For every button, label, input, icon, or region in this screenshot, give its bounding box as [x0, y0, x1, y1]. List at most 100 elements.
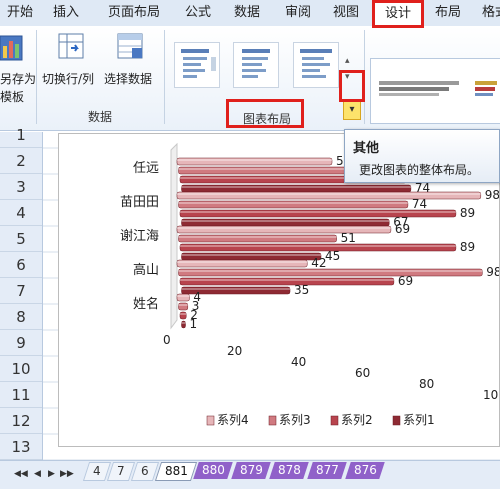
legend-entry[interactable]: 系列4	[217, 413, 249, 427]
x-tick-label: 80	[419, 377, 434, 391]
tab-review[interactable]: 审阅	[278, 0, 318, 26]
tab-layout[interactable]: 布局	[428, 0, 468, 26]
chart-bar-highlight	[177, 193, 481, 195]
select-data-icon[interactable]	[116, 32, 146, 62]
chart-bar-highlight	[177, 261, 308, 263]
row-header[interactable]: 4	[0, 200, 42, 226]
chart-style-2-thumbnail[interactable]	[475, 79, 499, 97]
chart-bar-highlight	[181, 220, 390, 222]
data-label: 98	[485, 188, 500, 202]
row-header[interactable]: 10	[0, 356, 42, 382]
tab-format[interactable]: 格式	[475, 0, 500, 26]
tab-design[interactable]: 设计	[373, 0, 423, 26]
data-label: 35	[294, 283, 309, 297]
data-label: 89	[460, 206, 475, 220]
group-divider	[36, 30, 37, 124]
sheet-tab-label: 878	[277, 463, 301, 477]
chart-style-1-thumbnail[interactable]	[379, 79, 465, 97]
chart-bar-highlight	[177, 227, 391, 229]
row-header[interactable]: 12	[0, 408, 42, 434]
category-label: 任远	[133, 161, 159, 176]
sheet-tab-label: 876	[353, 463, 377, 477]
sheet-tab-label: 6	[141, 464, 149, 478]
chart-side-wall	[170, 142, 178, 330]
switch-row-col-button[interactable]: 切换行/列	[42, 70, 94, 87]
row-header[interactable]: 3	[0, 174, 42, 200]
data-label: 51	[341, 231, 356, 245]
tooltip-title: 其他	[353, 141, 380, 156]
legend-entry[interactable]: 系列3	[279, 413, 311, 427]
ribbon-tab-bar: 开始 插入 页面布局 公式 数据 审阅 视图 设计 布局 格式	[0, 0, 500, 27]
last-sheet-button[interactable]: ▶▶	[60, 469, 74, 479]
scroll-up-icon[interactable]: ▴	[345, 56, 350, 66]
row-header-column: 1234567891011121314	[0, 126, 43, 486]
save-template-label-1[interactable]: 另存为	[0, 70, 36, 87]
save-template-icon[interactable]	[0, 32, 34, 64]
data-group-label: 数据	[87, 110, 112, 124]
sheet-tab-label: 879	[239, 463, 263, 477]
row-header[interactable]: 9	[0, 330, 42, 356]
sheet-tab[interactable]: 879	[231, 462, 271, 479]
tooltip-text: 更改图表的整体布局。	[359, 163, 480, 177]
sheet-tab[interactable]: 877	[307, 462, 347, 479]
row-header[interactable]: 11	[0, 382, 42, 408]
sheet-tab[interactable]: 878	[269, 462, 309, 479]
data-label: 69	[395, 222, 410, 236]
data-label: 89	[460, 240, 475, 254]
chart-bar-highlight	[178, 236, 337, 238]
legend-swatch	[268, 415, 277, 426]
save-template-label-2[interactable]: 模板	[0, 88, 24, 105]
row-header[interactable]: 13	[0, 434, 42, 460]
category-label: 高山	[133, 262, 159, 278]
row-header[interactable]: 7	[0, 278, 42, 304]
x-tick-label: 20	[227, 344, 242, 358]
prev-sheet-button[interactable]: ◀	[34, 469, 41, 479]
sheet-tab[interactable]: 881	[154, 462, 198, 481]
x-tick-label: 40	[291, 355, 306, 369]
x-tick-label: 60	[355, 366, 370, 380]
chart-bar-highlight	[180, 279, 394, 281]
more-layouts-tooltip: 其他 更改图表的整体布局。	[344, 129, 500, 183]
chart-bar-highlight	[180, 211, 456, 213]
chart-bar-highlight	[177, 295, 190, 297]
row-header[interactable]: 5	[0, 226, 42, 252]
x-tick-label: 10	[483, 388, 498, 402]
row-header[interactable]: 8	[0, 304, 42, 330]
sheet-tab[interactable]: 876	[345, 462, 385, 479]
tab-insert[interactable]: 插入	[44, 0, 88, 26]
tab-page-layout[interactable]: 页面布局	[98, 0, 170, 26]
sheet-tab[interactable]: 880	[193, 462, 233, 479]
legend-swatch	[392, 415, 401, 426]
scroll-down-icon[interactable]: ▾	[345, 72, 350, 82]
first-sheet-button[interactable]: ◀◀	[14, 469, 28, 479]
chart-style-gallery[interactable]	[370, 58, 500, 124]
chart-bar-highlight	[181, 322, 186, 324]
tab-formulas[interactable]: 公式	[176, 0, 220, 26]
next-sheet-button[interactable]: ▶	[48, 469, 55, 479]
ribbon-panel: 另存为 模板 切换行/列 选择数据 数据 ▴ ▾ ▾ 图表布局	[0, 26, 500, 131]
chart-layout-2-thumbnail[interactable]	[233, 42, 279, 88]
data-label: 45	[325, 249, 340, 263]
tab-home[interactable]: 开始	[0, 0, 40, 26]
sheet-tab-label: 881	[164, 464, 188, 478]
switch-row-col-icon[interactable]	[57, 32, 87, 62]
chart-layout-1-thumbnail[interactable]	[174, 42, 220, 88]
group-divider	[364, 30, 365, 124]
data-label: 98	[486, 265, 500, 279]
data-label: 74	[412, 197, 427, 211]
sheet-tab-label: 7	[117, 464, 125, 478]
row-header[interactable]: 2	[0, 148, 42, 174]
tab-data[interactable]: 数据	[227, 0, 267, 26]
group-divider	[164, 30, 165, 124]
chart-bar-highlight	[178, 304, 188, 306]
chart-bar-highlight	[180, 313, 187, 315]
row-header[interactable]: 1	[0, 122, 42, 148]
legend-swatch	[206, 415, 215, 426]
more-layouts-button[interactable]: ▾	[343, 100, 361, 120]
legend-entry[interactable]: 系列1	[403, 413, 435, 427]
chart-layout-3-thumbnail[interactable]	[293, 42, 339, 88]
select-data-button[interactable]: 选择数据	[104, 70, 152, 87]
legend-entry[interactable]: 系列2	[341, 413, 373, 427]
row-header[interactable]: 6	[0, 252, 42, 278]
tab-view[interactable]: 视图	[326, 0, 366, 26]
